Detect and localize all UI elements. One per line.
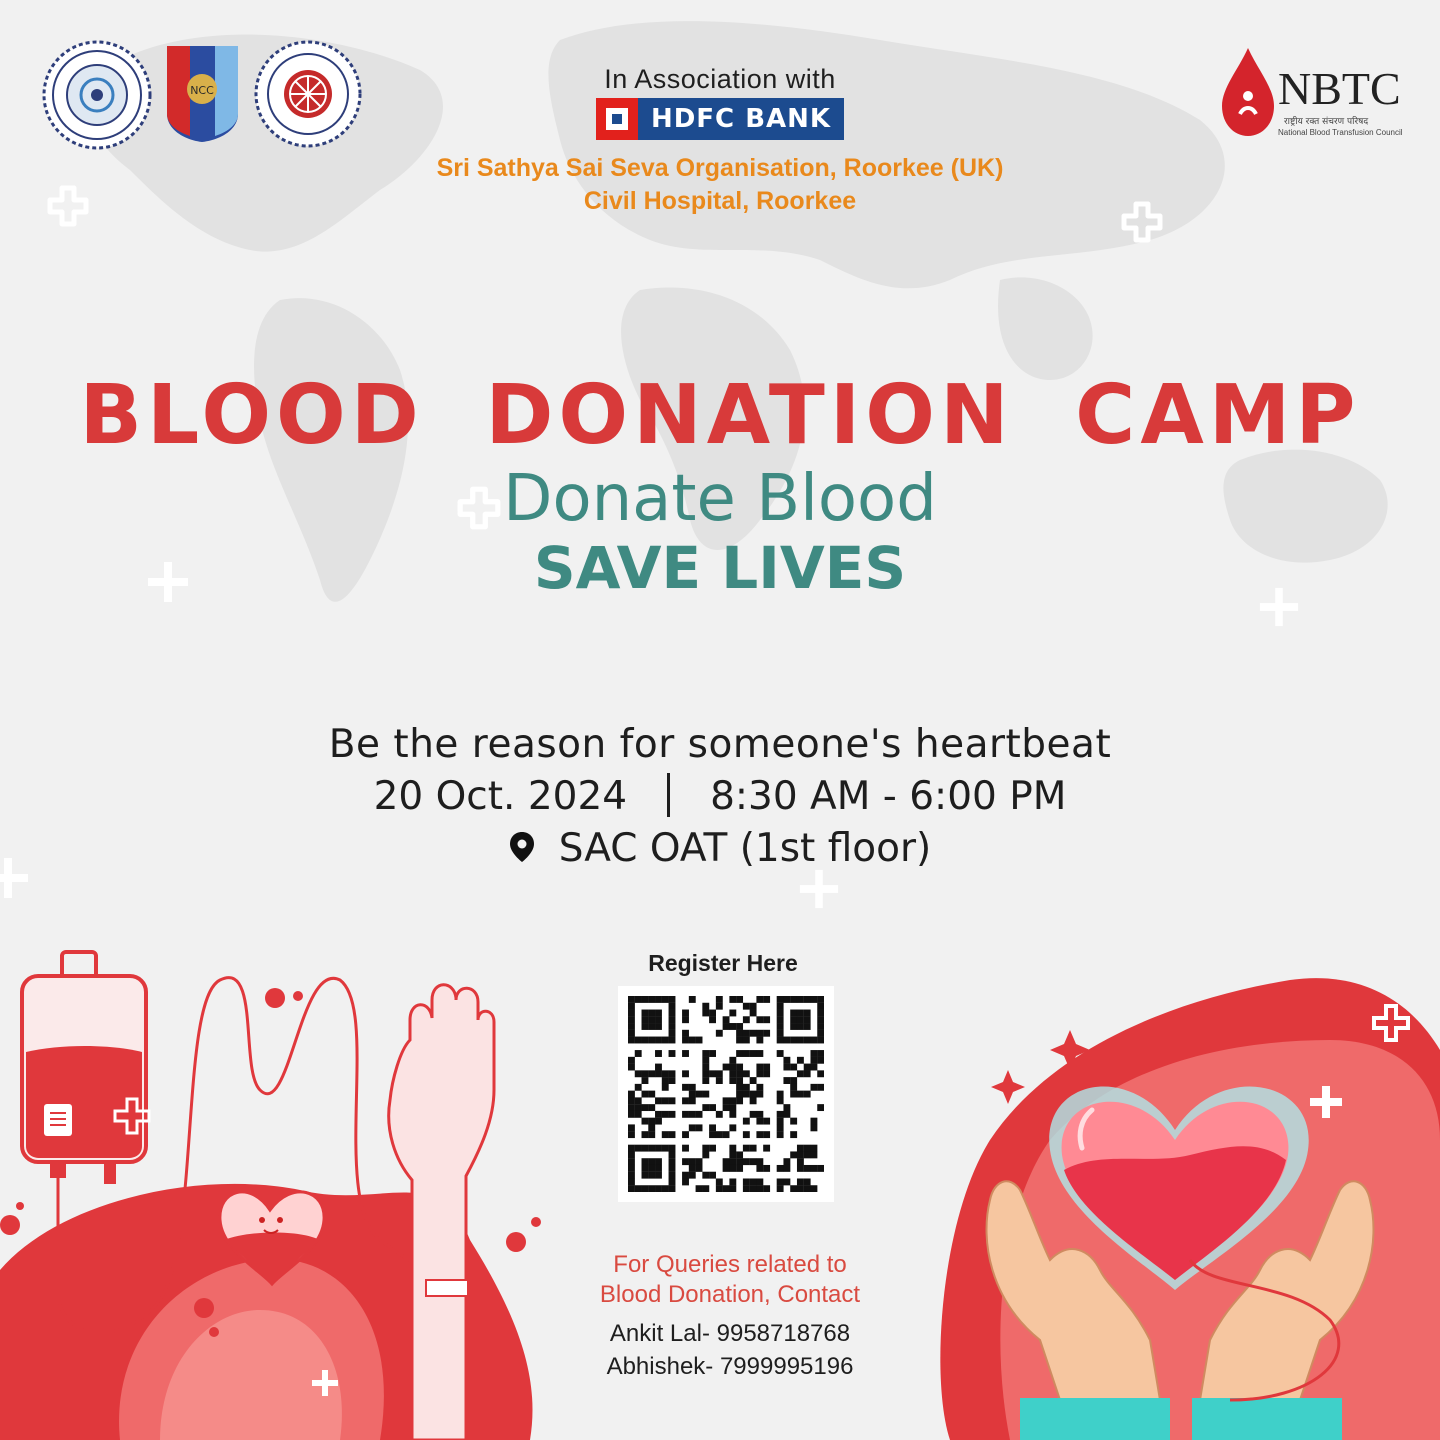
- poster: NCC In Association with HDFC BANK Sri Sa…: [0, 0, 1440, 1440]
- qr-code-image: [628, 996, 824, 1192]
- nbtc-logo: NBTC राष्ट्रीय रक्त संचरण परिषद National…: [1218, 44, 1418, 140]
- contact-person-2: Abhishek- 7999995196: [606, 1353, 854, 1380]
- blood-bag-illustration: [0, 950, 541, 1440]
- save-lives-subtitle: SAVE LIVES: [533, 534, 907, 602]
- venue-label: SAC OAT (1st floor): [558, 826, 932, 871]
- event-datetime: 20 Oct. 2024 8:30 AM - 6:00 PM: [0, 773, 1440, 819]
- heart-hands-illustration: [940, 978, 1440, 1440]
- tagline: Be the reason for someone's heartbeat: [328, 722, 1112, 767]
- event-venue: SAC OAT (1st floor): [0, 826, 1440, 871]
- plus-outline-icon: [47, 185, 89, 227]
- location-pin-icon: [509, 832, 534, 862]
- organisation-line-2: Civil Hospital, Roorkee: [583, 187, 857, 215]
- registration-qr-code[interactable]: [618, 986, 834, 1202]
- plus-outline-icon: [1121, 201, 1163, 243]
- divider: [667, 773, 671, 817]
- hdfc-bank-logo: HDFC BANK: [596, 98, 844, 140]
- contact-person-1: Ankit Lal- 9958718768: [609, 1320, 851, 1347]
- register-label: Register Here: [648, 950, 798, 976]
- blood-drop-icon: [1222, 48, 1274, 136]
- nbtc-full-name: National Blood Transfusion Council: [1278, 128, 1403, 137]
- nbtc-hindi-name: राष्ट्रीय रक्त संचरण परिषद: [1284, 117, 1369, 127]
- nbtc-wordmark: NBTC: [1278, 63, 1401, 114]
- camp-title: BLOOD DONATION CAMP: [79, 368, 1361, 463]
- hdfc-bank-label: HDFC BANK: [650, 104, 832, 134]
- event-time: 8:30 AM - 6:00 PM: [710, 774, 1067, 819]
- iit-roorkee-seal-logo: [42, 40, 152, 150]
- hdfc-mark-icon: [596, 98, 638, 140]
- contact-heading-line-2: Blood Donation, Contact: [599, 1281, 861, 1308]
- donate-blood-subtitle: Donate Blood: [503, 462, 937, 536]
- contact-heading-line-1: For Queries related to: [613, 1251, 847, 1278]
- plus-icon: [799, 869, 839, 909]
- event-date: 20 Oct. 2024: [373, 774, 628, 819]
- organisation-line-1: Sri Sathya Sai Seva Organisation, Roorke…: [436, 154, 1004, 182]
